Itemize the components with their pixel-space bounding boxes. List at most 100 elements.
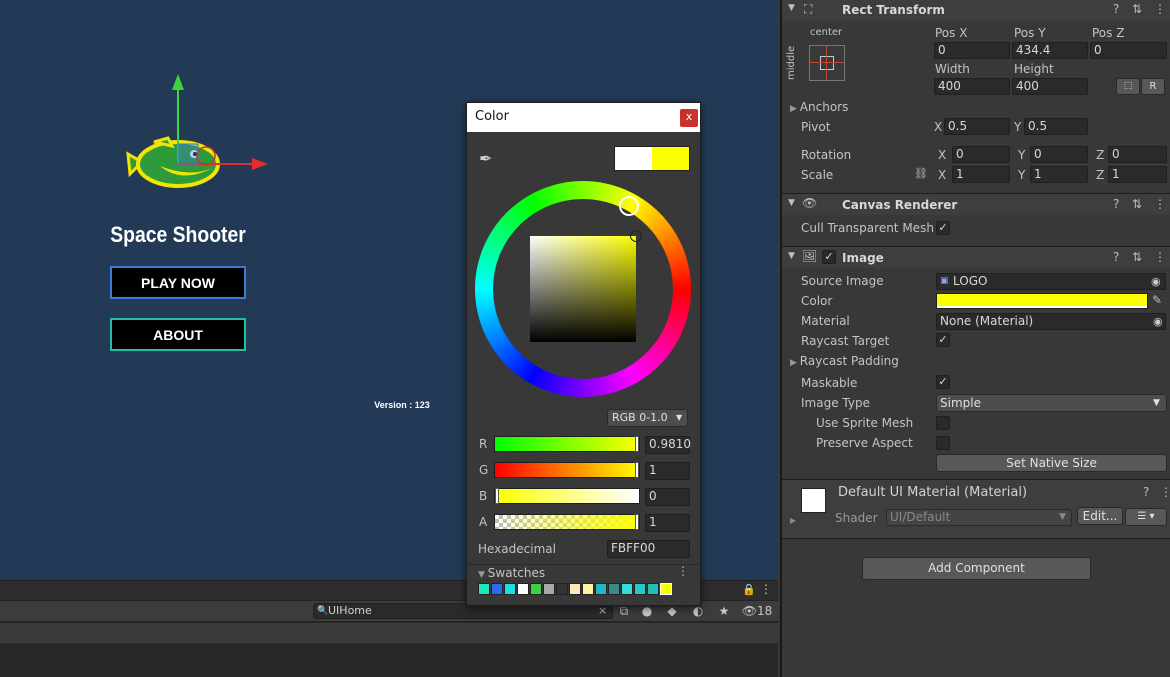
play-now-button[interactable]: PLAY NOW	[110, 266, 246, 299]
add-component-button[interactable]: Add Component	[862, 557, 1091, 580]
preset-icon[interactable]: ⇅	[1132, 197, 1142, 211]
sv-handle[interactable]	[630, 230, 642, 242]
foldout-arrow-icon[interactable]: ▶	[790, 516, 796, 525]
swatch[interactable]	[517, 583, 529, 595]
rect-transform-header[interactable]: ▼ ⛶ Rect Transform ? ⇅ ⋮	[782, 0, 1170, 21]
object-picker-icon[interactable]: ◉	[1153, 314, 1163, 329]
swatch[interactable]	[595, 583, 607, 595]
kebab-menu-icon[interactable]: ⋮	[1154, 2, 1166, 16]
collapse-arrow-icon[interactable]: ▼	[788, 251, 795, 261]
b-slider-handle[interactable]	[495, 488, 499, 504]
preserve-aspect-checkbox[interactable]	[936, 436, 950, 450]
clear-search-icon[interactable]: ×	[598, 604, 607, 618]
swatch[interactable]	[647, 583, 659, 595]
swatches-foldout[interactable]: ▼ Swatches	[478, 566, 545, 580]
color-picker-titlebar[interactable]: Color	[467, 103, 700, 132]
more-menu-icon[interactable]: ⋮	[760, 582, 772, 596]
b-value-field[interactable]: 0	[645, 488, 690, 506]
preset-icon[interactable]: ⇅	[1132, 250, 1142, 264]
swatch[interactable]	[608, 583, 620, 595]
swatch[interactable]	[491, 583, 503, 595]
canvas-renderer-header[interactable]: ▼ 👁 Canvas Renderer ? ⇅ ⋮	[782, 193, 1170, 215]
g-slider[interactable]	[494, 462, 640, 478]
scale-x-field[interactable]: 1	[952, 166, 1010, 183]
width-field[interactable]: 400	[934, 78, 1010, 95]
rotation-z-field[interactable]: 0	[1108, 146, 1167, 163]
edit-shader-button[interactable]: Edit...	[1077, 507, 1123, 525]
raw-edit-button[interactable]: R	[1141, 78, 1165, 95]
pos-y-field[interactable]: 434.4	[1012, 42, 1088, 59]
previous-color[interactable]	[615, 147, 652, 170]
swatch[interactable]	[530, 583, 542, 595]
help-icon[interactable]: ?	[1113, 2, 1119, 16]
b-slider[interactable]	[494, 488, 640, 504]
about-button[interactable]: ABOUT	[110, 318, 246, 351]
color-field[interactable]	[936, 293, 1148, 309]
help-icon[interactable]: ?	[1113, 250, 1119, 264]
color-mode-dropdown[interactable]: RGB 0-1.0 ▼	[607, 409, 688, 427]
constrain-proportions-icon[interactable]: ⛓	[914, 167, 928, 180]
material-field[interactable]: None (Material) ◉	[936, 313, 1166, 330]
eyedropper-icon[interactable]: ✎	[1152, 293, 1162, 307]
kebab-menu-icon[interactable]: ⋮	[1160, 485, 1170, 499]
r-slider[interactable]	[494, 436, 640, 452]
rotation-y-field[interactable]: 0	[1030, 146, 1088, 163]
collapse-arrow-icon[interactable]: ▼	[788, 3, 795, 13]
hex-field[interactable]: FBFF00	[607, 540, 690, 558]
r-value-field[interactable]: 0.9810	[645, 436, 691, 454]
anchors-foldout[interactable]: ▶ Anchors	[790, 100, 848, 114]
swatches-menu-icon[interactable]: ⋮	[677, 564, 689, 578]
scale-y-field[interactable]: 1	[1030, 166, 1088, 183]
swatch[interactable]	[569, 583, 581, 595]
use-sprite-mesh-checkbox[interactable]	[936, 416, 950, 430]
g-value-field[interactable]: 1	[645, 462, 690, 480]
raycast-padding-foldout[interactable]: ▶ Raycast Padding	[790, 354, 899, 368]
visibility-toggle[interactable]: 👁18	[740, 602, 774, 620]
kebab-menu-icon[interactable]: ⋮	[1154, 197, 1166, 211]
help-icon[interactable]: ?	[1143, 485, 1149, 499]
blueprint-mode-button[interactable]: ⬚	[1116, 78, 1140, 95]
g-slider-handle[interactable]	[635, 462, 639, 478]
shader-dropdown[interactable]: UI/Default ▼	[886, 509, 1072, 526]
collapse-arrow-icon[interactable]: ▼	[788, 198, 795, 208]
swatch[interactable]	[582, 583, 594, 595]
help-icon[interactable]: ?	[1113, 197, 1119, 211]
set-native-size-button[interactable]: Set Native Size	[936, 454, 1167, 472]
swatch[interactable]	[660, 583, 672, 595]
close-button[interactable]: x	[680, 109, 698, 127]
swatch[interactable]	[634, 583, 646, 595]
kebab-menu-icon[interactable]: ⋮	[1154, 250, 1166, 264]
a-value-field[interactable]: 1	[645, 514, 690, 532]
shader-options-dropdown[interactable]: ☰ ▾	[1125, 508, 1167, 526]
lock-icon[interactable]: 🔒	[742, 583, 756, 596]
scale-z-field[interactable]: 1	[1108, 166, 1167, 183]
pos-x-field[interactable]: 0	[934, 42, 1010, 59]
swatch[interactable]	[504, 583, 516, 595]
object-picker-icon[interactable]: ◉	[1151, 274, 1161, 289]
cull-transparent-checkbox[interactable]: ✓	[936, 221, 950, 235]
maskable-checkbox[interactable]: ✓	[936, 375, 950, 389]
image-enabled-checkbox[interactable]: ✓	[822, 250, 836, 264]
preset-icon[interactable]: ⇅	[1132, 2, 1142, 16]
height-field[interactable]: 400	[1012, 78, 1088, 95]
raycast-target-checkbox[interactable]: ✓	[936, 333, 950, 347]
eyedropper-icon[interactable]: ✒	[479, 149, 492, 168]
r-slider-handle[interactable]	[635, 436, 639, 452]
star-icon[interactable]: ★	[713, 602, 735, 620]
saturation-value-square[interactable]	[530, 236, 636, 342]
swatch[interactable]	[543, 583, 555, 595]
image-type-dropdown[interactable]: Simple ▼	[936, 394, 1167, 412]
swatch[interactable]	[478, 583, 490, 595]
a-slider-handle[interactable]	[635, 514, 639, 530]
pivot-y-field[interactable]: 0.5	[1024, 118, 1088, 135]
source-image-field[interactable]: ▣ LOGO ◉	[936, 273, 1166, 290]
a-slider[interactable]	[494, 514, 640, 530]
swatch[interactable]	[556, 583, 568, 595]
move-gizmo[interactable]	[160, 70, 280, 180]
image-header[interactable]: ▼ 🖼 ✓ Image ? ⇅ ⋮	[782, 246, 1170, 268]
rotation-x-field[interactable]: 0	[952, 146, 1010, 163]
pos-z-field[interactable]: 0	[1090, 42, 1167, 59]
hue-handle[interactable]	[619, 196, 639, 216]
swatch[interactable]	[621, 583, 633, 595]
anchor-preset-button[interactable]	[809, 45, 845, 81]
